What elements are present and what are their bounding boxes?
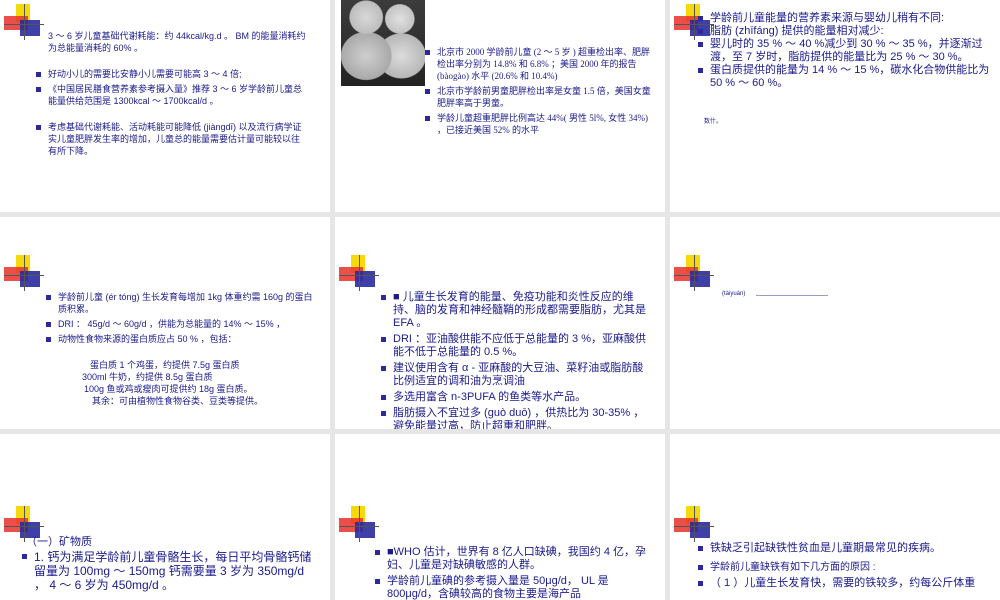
slide5-item: DRI ：亚油酸供能不应低于总能量的 3 %，亚麻酸供能不低于总能量的 0.5 … [381, 333, 653, 359]
slide-3: 学龄前儿童能量的营养素来源与婴幼儿稍有不同: 脂肪 (zhīfáng) 提供的能… [670, 0, 1000, 212]
slide-6: (tàiyuán) [670, 217, 1000, 429]
slide1-item: 《中国居民膳食营养素参考摄入量》推荐 3 ～ 6 岁学龄前儿童总能量供给范围是 … [36, 83, 306, 107]
slide-5: ■ 儿童生长发育的能量、免疫功能和炎性反应的维持、脑的发育和神经髓鞘的形成都需要… [335, 217, 665, 429]
food-line: 100g 鱼或鸡或瘦肉可提供约 18g 蛋白质。 [84, 384, 253, 394]
slide5-item: 多选用富含 n-3PUFA 的鱼类等水产品。 [381, 391, 653, 404]
slide3-item: 婴儿时的 35 % ～ 40 %减少到 30 % ～ 35 %，并逐渐过渡，至 … [698, 38, 990, 64]
slide8-item: ■WHO 估计，世界有 8 亿人口缺碘，我国约 4 亿，孕妇、儿童是对缺碘敏感的… [375, 546, 659, 572]
food-line: 300ml 牛奶，约提供 8.5g 蛋白质 [82, 372, 213, 382]
slide-7: （一）矿物质 1. 钙为满足学龄前儿童骨骼生长，每日平均骨骼钙储留量为 100m… [0, 434, 330, 600]
slide3-note: 数什。 [704, 119, 723, 125]
slide-9: 铁缺乏引起缺铁性贫血是儿童期最常见的疾病。 学龄前儿童缺铁有如下几方面的原因 :… [670, 434, 1000, 600]
slide3-intro: 学龄前儿童能量的营养素来源与婴幼儿稍有不同: [698, 12, 990, 25]
slide6-line: (tàiyuán) [722, 291, 746, 297]
food-line: 蛋白质 1 个鸡蛋，约提供 7.5g 蛋白质 [90, 360, 240, 370]
slide4-item: 动物性食物来源的蛋白质应占 50 % ，包括： [46, 333, 318, 345]
slide-2: 北京市 2000 学龄前儿童 (2 ～ 5 岁 ) 超重检出率、肥胖检出率分别为… [335, 0, 665, 212]
slide-4: 学龄前儿童 (ér tóng) 生长发育每增加 1kg 体重约需 160g 的蛋… [0, 217, 330, 429]
slide1-item: 好动小儿的需要比安静小儿需要可能高 3 ～ 4 倍; [36, 68, 306, 80]
faint-text-line [756, 295, 828, 296]
corner-logo-icon [339, 255, 379, 291]
corner-logo-icon [4, 255, 44, 291]
slide3-item: 脂肪 (zhīfáng) 提供的能量相对减少: [698, 25, 990, 38]
slide2-item: 北京市 2000 学龄前儿童 (2 ～ 5 岁 ) 超重检出率、肥胖检出率分别为… [425, 46, 657, 82]
slide7-heading: （一）矿物质 [26, 536, 92, 548]
slide5-item: 建议使用含有 α - 亚麻酸的大豆油、菜籽油或脂肪酸比例适宜的调和油为烹调油 [381, 362, 653, 388]
corner-logo-icon [674, 506, 714, 542]
children-photo [341, 0, 425, 86]
slide4-item: 学龄前儿童 (ér tóng) 生长发育每增加 1kg 体重约需 160g 的蛋… [46, 291, 318, 315]
slide-1: 3 ～ 6 岁儿童基础代谢耗能：约 44kcal/kg.d 。 BM 的能量消耗… [0, 0, 330, 212]
slide2-item: 学龄儿童超重肥胖比例高达 44%( 男性 5l%, 女性 34%) ，已接近美国… [425, 112, 657, 136]
slide2-item: 北京市学龄前男童肥胖检出率是女童 1.5 倍，美国女童肥胖率高于男童。 [425, 85, 657, 109]
slide9-item: 铁缺乏引起缺铁性贫血是儿童期最常见的疾病。 [698, 542, 992, 555]
slide-8: ■WHO 估计，世界有 8 亿人口缺碘，我国约 4 亿，孕妇、儿童是对缺碘敏感的… [335, 434, 665, 600]
slide1-item: 3 ～ 6 岁儿童基础代谢耗能：约 44kcal/kg.d 。 BM 的能量消耗… [48, 31, 306, 53]
slide8-item: 学龄前儿童碘的参考摄入量是 50μg/d， UL 是 800μg/d，含碘较高的… [375, 575, 659, 600]
slide5-item: ■ 儿童生长发育的能量、免疫功能和炎性反应的维持、脑的发育和神经髓鞘的形成都需要… [381, 291, 653, 330]
slide1-item: 考虑基础代谢耗能、活动耗能可能降低 (jiàngdī) 以及流行病学证实儿童肥胖… [36, 121, 306, 157]
food-line: 其余：可由植物性食物谷类、豆类等提供。 [92, 396, 264, 406]
slide9-item: 学龄前儿童缺铁有如下几方面的原因 : [698, 561, 992, 574]
slide9-item: （ 1 ）儿童生长发育快，需要的铁较多，约每公斤体重 [698, 577, 992, 590]
corner-logo-icon [339, 506, 379, 542]
slide7-item: 1. 钙为满足学龄前儿童骨骼生长，每日平均骨骼钙储留量为 100mg ～ 150… [22, 550, 312, 592]
corner-logo-icon [674, 255, 714, 291]
slide4-item: DRI ： 45g/d ～ 60g/d ，供能为总能量的 14% ～ 15% ， [46, 318, 318, 330]
slide5-item: 脂肪摄入不宜过多 (guò duō) ，供热比为 30-35% ，避免能量过高，… [381, 407, 653, 429]
slide3-item: 蛋白质提供的能量为 14 % ～ 15 %，碳水化合物供能比为 50 % ～ 6… [698, 64, 990, 90]
